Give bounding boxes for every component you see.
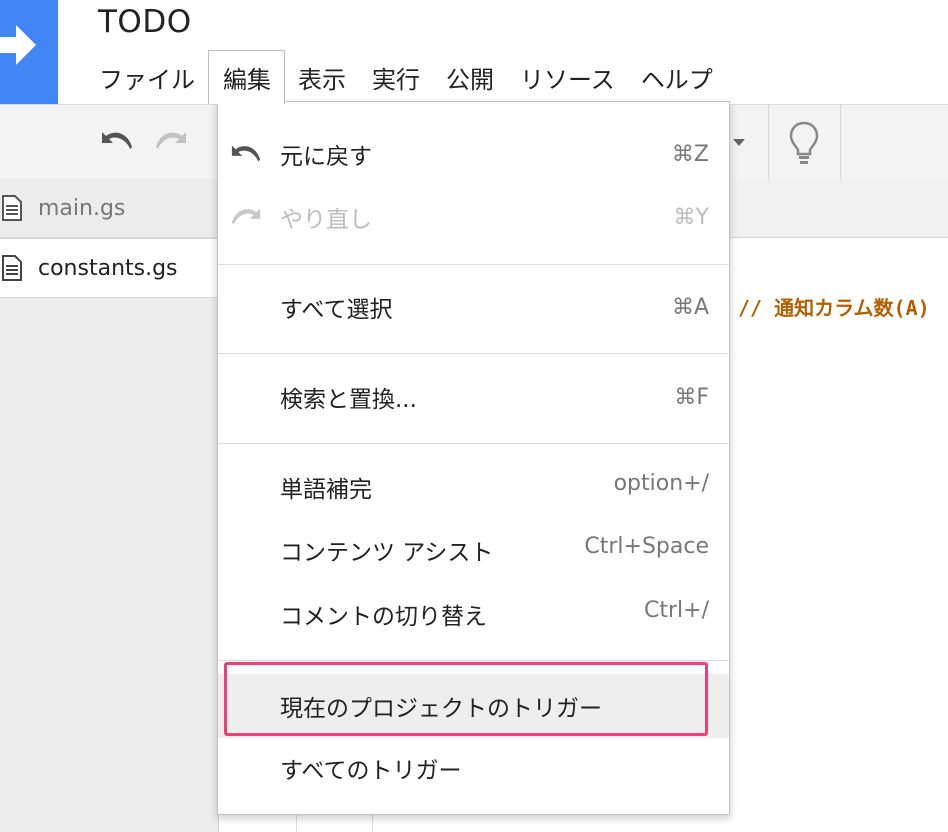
menu-item-toggle-comment[interactable]: コメントの切り替え Ctrl+/	[218, 586, 729, 642]
menu-item-word-completion[interactable]: 単語補完 option+/	[218, 459, 729, 515]
menu-separator	[218, 353, 729, 354]
menubar: ファイル 編集 表示 実行 公開 リソース ヘルプ	[86, 50, 726, 104]
menu-item-shortcut: ⌘Y	[673, 204, 709, 230]
menu-item-label: 現在のプロジェクトのトリガー	[280, 696, 602, 722]
menu-item-redo[interactable]: やり直し ⌘Y	[218, 189, 729, 245]
file-item[interactable]: main.gs	[0, 179, 218, 238]
file-icon	[2, 195, 22, 221]
project-title[interactable]: TODO	[98, 4, 192, 40]
menu-item-label: コメントの切り替え	[280, 604, 487, 630]
lightbulb-icon[interactable]	[789, 121, 819, 165]
redo-icon[interactable]	[154, 129, 188, 153]
redo-icon	[231, 208, 261, 225]
file-item-selected[interactable]: constants.gs	[0, 238, 218, 298]
menu-run[interactable]: 実行	[359, 50, 433, 102]
menu-item-shortcut: Ctrl+Space	[584, 534, 709, 559]
edit-menu-dropdown: 元に戻す ⌘Z やり直し ⌘Y すべて選択 ⌘A 検索と置換... ⌘F 単語補…	[217, 101, 730, 815]
menu-separator	[218, 264, 729, 265]
menu-item-label: 単語補完	[280, 477, 372, 503]
undo-icon[interactable]	[100, 129, 134, 153]
menu-item-label: 検索と置換...	[280, 387, 417, 413]
menu-help[interactable]: ヘルプ	[628, 50, 726, 102]
menu-item-label: すべて選択	[280, 297, 393, 323]
menu-item-current-project-triggers[interactable]: 現在のプロジェクトのトリガー	[218, 674, 729, 738]
menu-item-content-assist[interactable]: コンテンツ アシスト Ctrl+Space	[218, 522, 729, 578]
toolbar-separator	[840, 105, 841, 179]
code-comment: // 通知カラム数(A)	[738, 296, 930, 320]
file-icon	[2, 255, 22, 281]
menu-item-undo[interactable]: 元に戻す ⌘Z	[218, 126, 729, 182]
file-panel: main.gs constants.gs	[0, 179, 219, 832]
menu-separator	[218, 660, 729, 661]
menu-edit[interactable]: 編集	[208, 50, 285, 104]
toolbar-separator	[768, 105, 769, 179]
menu-item-shortcut: Ctrl+/	[644, 598, 709, 623]
menu-item-label: やり直し	[280, 207, 372, 233]
menu-file[interactable]: ファイル	[86, 50, 208, 102]
menu-item-shortcut: ⌘F	[674, 384, 709, 410]
menu-view[interactable]: 表示	[285, 50, 359, 102]
menu-item-shortcut: option+/	[613, 471, 709, 496]
menu-item-all-triggers[interactable]: すべてのトリガー	[218, 740, 729, 796]
file-name: constants.gs	[38, 255, 178, 281]
menu-separator	[218, 443, 729, 444]
menu-publish[interactable]: 公開	[433, 50, 507, 102]
menu-item-shortcut: ⌘A	[671, 294, 709, 320]
menu-item-find-replace[interactable]: 検索と置換... ⌘F	[218, 369, 729, 425]
dropdown-caret-icon[interactable]	[733, 139, 745, 147]
menu-item-shortcut: ⌘Z	[671, 141, 709, 167]
menu-item-label: 元に戻す	[280, 144, 372, 170]
file-name: main.gs	[38, 195, 126, 221]
menu-item-label: すべてのトリガー	[280, 758, 462, 784]
apps-script-logo[interactable]	[0, 0, 58, 104]
menu-item-select-all[interactable]: すべて選択 ⌘A	[218, 279, 729, 335]
menu-item-label: コンテンツ アシスト	[280, 540, 494, 566]
arrow-right-icon	[0, 25, 36, 65]
undo-icon	[231, 145, 261, 162]
menu-resources[interactable]: リソース	[507, 50, 628, 102]
